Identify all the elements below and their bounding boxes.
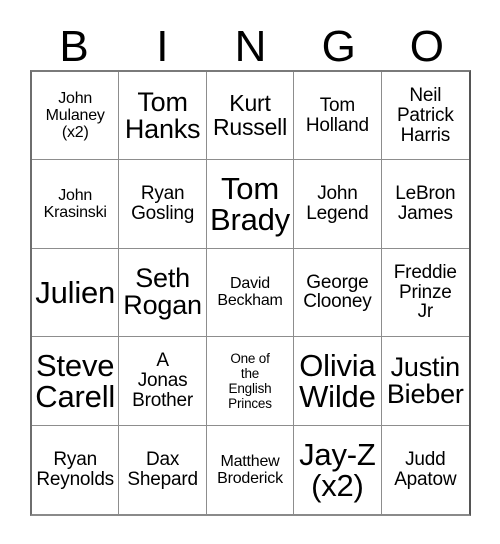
bingo-cell-label: One of the English Princes xyxy=(228,350,272,411)
bingo-cell-r5c3[interactable]: Matthew Broderick xyxy=(206,425,295,514)
bingo-cell-label: A Jonas Brother xyxy=(132,349,194,411)
bingo-cell-label: Dax Shepard xyxy=(127,448,198,490)
bingo-cell-r5c1[interactable]: Ryan Reynolds xyxy=(32,425,120,514)
bingo-cell-label: John Legend xyxy=(306,183,369,225)
bingo-cell-r4c4[interactable]: Olivia Wilde xyxy=(294,337,382,426)
bingo-cell-label: Steve Carell xyxy=(35,347,116,414)
bingo-grid: John Mulaney (x2) Tom Hanks Kurt Russell To… xyxy=(30,70,471,516)
bingo-cell-r3c3[interactable]: David Beckham xyxy=(206,248,295,338)
bingo-cell-label: Tom Holland xyxy=(305,94,369,136)
bingo-cell-label: John Krasinski xyxy=(43,186,107,222)
bingo-cell-r3c5[interactable]: Freddie Prinze Jr xyxy=(381,248,469,338)
bingo-cell-label: David Beckham xyxy=(217,275,283,310)
bingo-cell-label: Ryan Gosling xyxy=(131,183,195,225)
bingo-header-row: B I N G O xyxy=(30,14,471,70)
bingo-cell-r2c1[interactable]: John Krasinski xyxy=(32,160,120,249)
bingo-cell-r1c1[interactable]: John Mulaney (x2) xyxy=(32,72,120,161)
bingo-cell-r3c2[interactable]: Seth Rogan xyxy=(119,248,207,338)
bingo-cell-r5c4[interactable]: Jay-Z (x2) xyxy=(294,425,382,514)
bingo-cell-label: Jay-Z (x2) xyxy=(299,436,376,503)
bingo-header-letter-i: I xyxy=(156,22,169,71)
bingo-cell-r4c1[interactable]: Steve Carell xyxy=(32,337,120,426)
bingo-cell-r1c5[interactable]: Neil Patrick Harris xyxy=(381,72,469,161)
bingo-cell-r2c4[interactable]: John Legend xyxy=(294,160,382,249)
bingo-cell-r3c4[interactable]: George Clooney xyxy=(294,248,382,338)
bingo-cell-r4c2[interactable]: A Jonas Brother xyxy=(119,337,207,426)
bingo-cell-label: George Clooney xyxy=(303,271,372,313)
bingo-header-letter-n: N xyxy=(234,22,267,71)
bingo-header-letter-g: G xyxy=(321,22,356,71)
bingo-cell-label: Olivia Wilde xyxy=(299,347,376,414)
bingo-cell-label: Kurt Russell xyxy=(212,90,287,140)
bingo-cell-label: Tom Brady xyxy=(210,171,290,238)
bingo-cell-r5c2[interactable]: Dax Shepard xyxy=(119,425,207,514)
bingo-cell-r1c2[interactable]: Tom Hanks xyxy=(119,72,207,161)
bingo-cell-r1c4[interactable]: Tom Holland xyxy=(294,72,382,161)
bingo-cell-r4c3[interactable]: One of the English Princes xyxy=(206,337,295,426)
bingo-cell-r2c2[interactable]: Ryan Gosling xyxy=(119,160,207,249)
bingo-cell-label: Neil Patrick Harris xyxy=(396,84,454,146)
bingo-cell-r3c1[interactable]: Julien xyxy=(32,248,120,338)
bingo-cell-r1c3[interactable]: Kurt Russell xyxy=(206,72,295,161)
bingo-cell-label: Judd Apatow xyxy=(394,448,457,490)
bingo-cell-label: John Mulaney (x2) xyxy=(45,89,105,142)
bingo-cell-r2c5[interactable]: LeBron James xyxy=(381,160,469,249)
bingo-cell-label: Matthew Broderick xyxy=(217,452,283,487)
bingo-cell-label: Justin Bieber xyxy=(386,351,464,409)
bingo-cell-r4c5[interactable]: Justin Bieber xyxy=(381,337,469,426)
bingo-cell-label: LeBron James xyxy=(395,183,456,225)
bingo-header-letter-b: B xyxy=(59,22,89,71)
bingo-cell-label: Seth Rogan xyxy=(123,263,202,321)
bingo-header-letter-o: O xyxy=(409,22,445,71)
bingo-card: B I N G O John Mulaney (x2) Tom Hanks Kurt… xyxy=(0,0,500,544)
bingo-cell-label: Freddie Prinze Jr xyxy=(393,261,457,323)
bingo-cell-label: Tom Hanks xyxy=(124,86,201,144)
bingo-cell-r2c3[interactable]: Tom Brady xyxy=(206,160,295,249)
bingo-cell-label: Ryan Reynolds xyxy=(36,448,114,490)
bingo-cell-r5c5[interactable]: Judd Apatow xyxy=(381,425,469,514)
bingo-cell-label: Julien xyxy=(35,274,116,310)
